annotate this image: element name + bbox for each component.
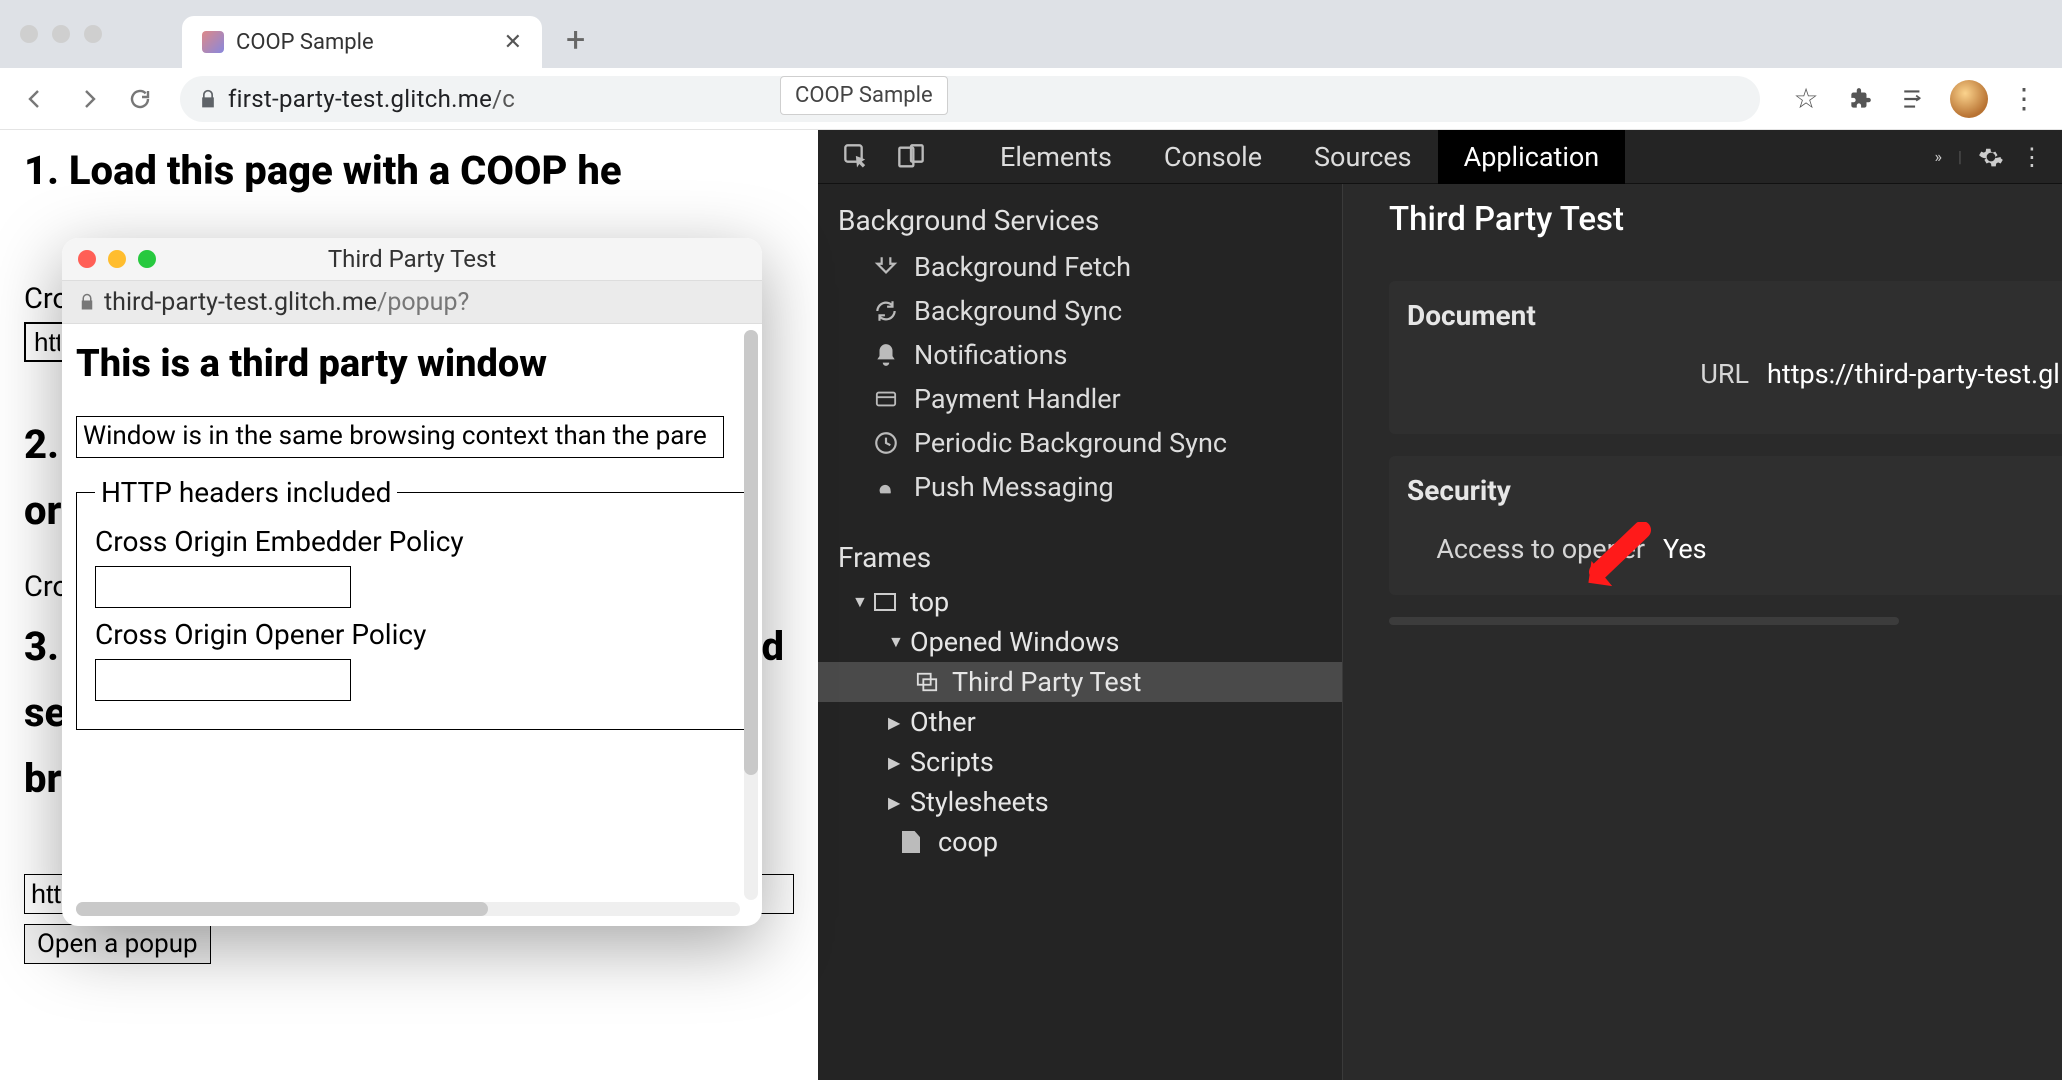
frames-third-party-test[interactable]: Third Party Test (818, 662, 1342, 702)
disclosure-triangle-icon[interactable]: ▶ (888, 753, 902, 772)
application-sidebar[interactable]: Background Services Background Fetch Bac… (818, 184, 1343, 1080)
application-detail-pane: Third Party Test Document URL https://th… (1343, 184, 2062, 1080)
window-icon (914, 671, 940, 693)
popup-window: Third Party Test third-party-test.glitch… (62, 238, 762, 926)
browser-chrome: COOP Sample ✕ + first-party-test.glitch.… (0, 0, 2062, 130)
forward-button[interactable] (64, 75, 112, 123)
popup-url-text: third-party-test.glitch.me/popup? (104, 288, 469, 317)
frames-other[interactable]: ▶ Other (818, 702, 1342, 742)
document-card: Document URL https://third-party-test.gl (1389, 281, 2062, 434)
url-text: first-party-test.glitch.me/c (228, 85, 515, 113)
popup-headers-fieldset: HTTP headers included Cross Origin Embed… (76, 476, 748, 730)
popup-body: This is a third party window Window is i… (62, 324, 762, 926)
frames-opened-windows[interactable]: ▼ Opened Windows (818, 622, 1342, 662)
new-tab-button[interactable]: + (566, 20, 585, 60)
disclosure-triangle-icon[interactable]: ▶ (888, 793, 902, 812)
disclosure-triangle-icon[interactable]: ▼ (852, 592, 866, 612)
popup-status: Window is in the same browsing context t… (76, 416, 724, 458)
sidebar-section-frames: Frames (818, 533, 1342, 582)
more-tabs-icon[interactable]: » (1934, 147, 1942, 166)
file-icon (902, 831, 920, 853)
bookmark-star-icon[interactable]: ☆ (1788, 81, 1824, 117)
popup-title: Third Party Test (328, 245, 496, 273)
address-bar[interactable]: first-party-test.glitch.me/c COOP Sample (180, 76, 1760, 122)
extensions-icon[interactable] (1842, 81, 1878, 117)
url-key: URL (1509, 358, 1749, 390)
popup-addressbar[interactable]: third-party-test.glitch.me/popup? (62, 280, 762, 324)
devtools-settings-icon[interactable] (1978, 144, 2004, 170)
page-heading-1: 1. Load this page with a COOP he (24, 148, 794, 194)
toolbar: first-party-test.glitch.me/c COOP Sample… (0, 68, 2062, 130)
browser-tab[interactable]: COOP Sample ✕ (182, 16, 542, 68)
window-close-icon[interactable] (20, 25, 38, 43)
frames-stylesheets[interactable]: ▶ Stylesheets (818, 782, 1342, 822)
tab-application[interactable]: Application (1438, 130, 1626, 184)
favicon-icon (202, 31, 224, 53)
tab-close-icon[interactable]: ✕ (504, 30, 522, 55)
coop-label: Cross Origin Opener Policy (95, 618, 729, 651)
security-card: Security Access to opener Yes (1389, 456, 2062, 595)
popup-close-icon[interactable] (78, 250, 96, 268)
reading-list-icon[interactable] (1896, 81, 1932, 117)
opener-value: Yes (1663, 533, 1707, 565)
tab-strip: COOP Sample ✕ + (0, 0, 2062, 68)
devtools-panel: Elements Console Sources Application » |… (818, 130, 2062, 1080)
tab-sources[interactable]: Sources (1288, 130, 1438, 184)
coep-label: Cross Origin Embedder Policy (95, 525, 729, 558)
lock-icon (198, 88, 218, 110)
back-button[interactable] (12, 75, 60, 123)
popup-vertical-scrollbar[interactable] (744, 330, 758, 900)
frames-file-coop[interactable]: coop (818, 822, 1342, 862)
lock-icon (78, 292, 96, 312)
sidebar-item-background-fetch[interactable]: Background Fetch (818, 245, 1342, 289)
disclosure-triangle-icon[interactable]: ▼ (888, 632, 902, 652)
url-value: https://third-party-test.gl (1767, 358, 2060, 390)
popup-heading: This is a third party window (76, 342, 748, 386)
popup-titlebar[interactable]: Third Party Test (62, 238, 762, 280)
tab-title: COOP Sample (236, 30, 374, 55)
coep-input[interactable] (95, 566, 351, 608)
frame-icon (874, 593, 896, 611)
toolbar-right-actions: ☆ ⋮ (1788, 80, 2042, 118)
window-traffic-lights (20, 25, 102, 43)
device-toolbar-icon[interactable] (890, 136, 932, 178)
popup-zoom-icon[interactable] (138, 250, 156, 268)
sidebar-item-payment-handler[interactable]: Payment Handler (818, 377, 1342, 421)
profile-avatar[interactable] (1950, 80, 1988, 118)
access-to-opener-row: Access to opener Yes (1389, 529, 2062, 569)
popup-legend: HTTP headers included (95, 476, 397, 509)
annotation-arrow-icon (1584, 522, 1654, 592)
chrome-menu-icon[interactable]: ⋮ (2006, 81, 2042, 117)
disclosure-triangle-icon[interactable]: ▶ (888, 713, 902, 732)
reload-button[interactable] (116, 75, 164, 123)
tab-console[interactable]: Console (1138, 130, 1288, 184)
frames-scripts[interactable]: ▶ Scripts (818, 742, 1342, 782)
window-minimize-icon[interactable] (52, 25, 70, 43)
sidebar-section-background-services: Background Services (818, 196, 1342, 245)
devtools-menu-icon[interactable]: ⋮ (2020, 143, 2044, 171)
sidebar-item-background-sync[interactable]: Background Sync (818, 289, 1342, 333)
sidebar-item-push-messaging[interactable]: Push Messaging (818, 465, 1342, 509)
detail-title: Third Party Test (1389, 200, 2062, 239)
window-zoom-icon[interactable] (84, 25, 102, 43)
open-popup-button[interactable]: Open a popup (24, 924, 211, 964)
document-heading: Document (1389, 281, 2062, 354)
sidebar-item-notifications[interactable]: Notifications (818, 333, 1342, 377)
tab-elements[interactable]: Elements (974, 130, 1138, 184)
sidebar-item-periodic-background-sync[interactable]: Periodic Background Sync (818, 421, 1342, 465)
frames-top[interactable]: ▼ top (818, 582, 1342, 622)
popup-horizontal-scrollbar[interactable] (76, 902, 740, 916)
page-title-tooltip: COOP Sample (780, 76, 948, 115)
document-url-row: URL https://third-party-test.gl (1389, 354, 2062, 394)
popup-minimize-icon[interactable] (108, 250, 126, 268)
inspect-element-icon[interactable] (836, 136, 878, 178)
coop-input[interactable] (95, 659, 351, 701)
security-heading: Security (1389, 456, 2062, 529)
devtools-tabbar: Elements Console Sources Application » |… (818, 130, 2062, 184)
